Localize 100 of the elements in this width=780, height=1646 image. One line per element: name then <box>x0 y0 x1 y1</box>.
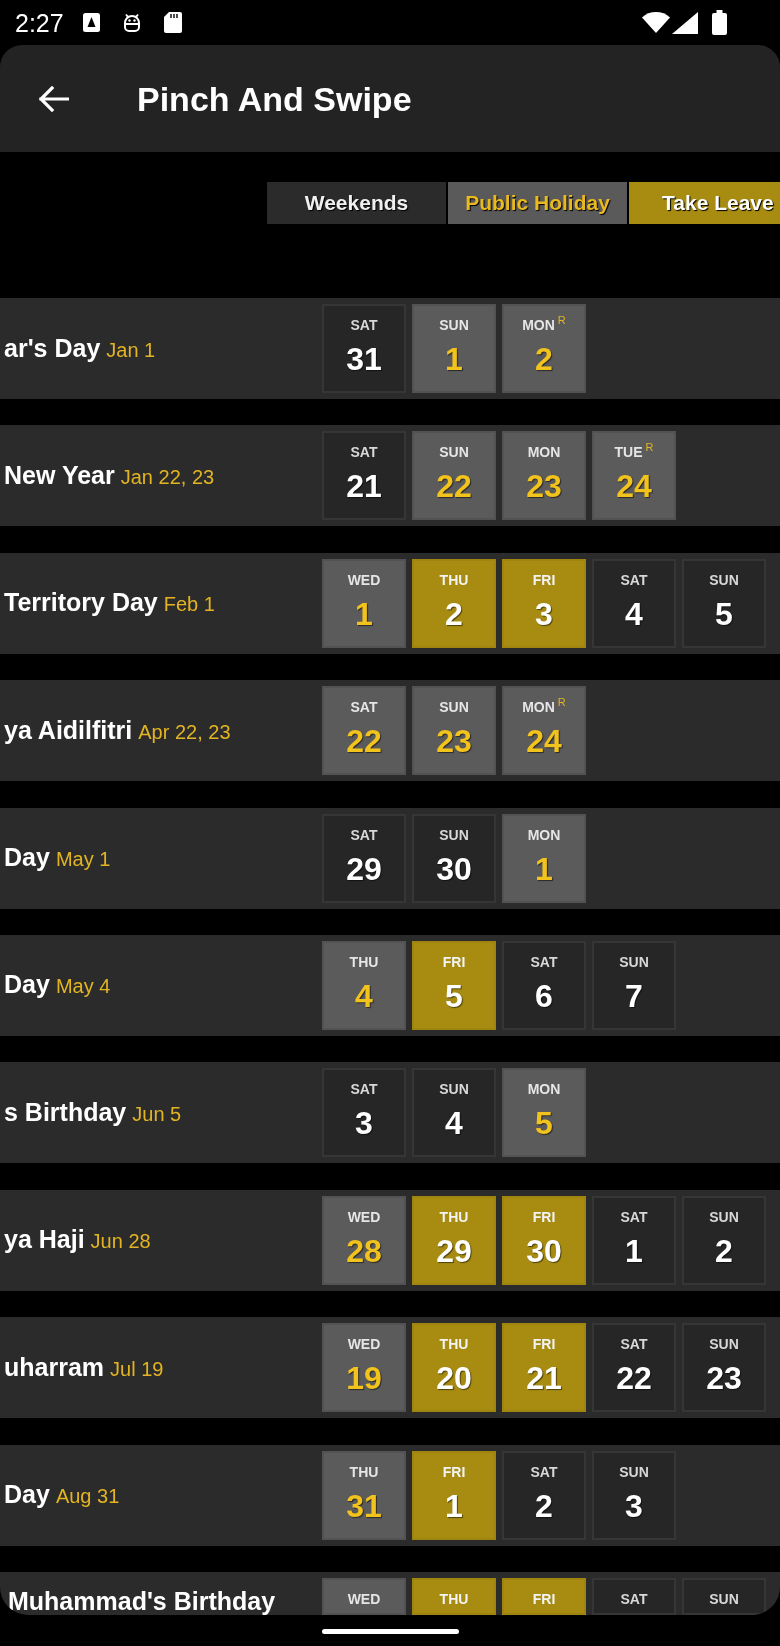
weekday-label: THU <box>439 1591 469 1607</box>
day-number: 23 <box>436 722 472 762</box>
day-number: 19 <box>346 1359 382 1399</box>
weekday-label: SUN <box>619 1464 649 1480</box>
holiday-name: New Year <box>4 460 115 489</box>
day-number: 22 <box>616 1359 652 1399</box>
legend-label: Public Holiday <box>448 182 627 224</box>
weekday-label: SUN <box>439 445 469 461</box>
holiday-name: ar's Day <box>4 333 101 362</box>
holiday-name: Day <box>4 970 50 999</box>
holiday-date: Jun 5 <box>132 1102 182 1125</box>
weekday-label: FRI <box>532 1209 556 1225</box>
holiday-name: Muhammad's Birthday <box>8 1586 276 1615</box>
wifi-icon <box>642 12 670 33</box>
sd-card-icon <box>163 12 182 33</box>
weekday-label: SAT <box>350 318 378 333</box>
weekday-label: WED <box>347 1209 381 1225</box>
day-number: 22 <box>436 467 472 507</box>
robot-icon <box>121 12 142 33</box>
holiday-date: Jan 1 <box>106 338 156 361</box>
day-number: 3 <box>355 1104 373 1144</box>
day-number: 2 <box>535 340 553 379</box>
weekday-label: SAT <box>620 1209 648 1225</box>
weekday-label: WED <box>347 1337 381 1353</box>
holiday-date: Apr 22, 23 <box>138 720 231 743</box>
weekday-label: SAT <box>350 445 378 461</box>
battery-icon <box>712 10 727 35</box>
holiday-date: May 4 <box>55 975 111 998</box>
weekday-label: FRI <box>442 954 466 970</box>
day-number: 23 <box>706 1359 742 1399</box>
day-number: 7 <box>625 976 643 1016</box>
weekday-label: SUN <box>709 572 739 588</box>
replacement-mark: R <box>557 697 566 709</box>
holiday-date: May 1 <box>55 848 111 871</box>
day-number: 1 <box>355 594 373 634</box>
weekday-label: WED <box>347 572 381 588</box>
weekday-label: SAT <box>350 700 378 716</box>
day-number: 4 <box>355 976 373 1016</box>
weekday-label: FRI <box>532 1337 556 1353</box>
weekday-label: SUN <box>439 827 469 843</box>
day-number: 1 <box>445 1486 463 1526</box>
holiday-name: ya Aidilfitri <box>4 715 133 744</box>
day-number: 5 <box>535 1104 553 1144</box>
status-time: 2:27 <box>15 7 64 38</box>
day-number: 2 <box>445 594 463 634</box>
weekday-label: FRI <box>532 572 556 588</box>
holiday-date: Jul 19 <box>110 1357 164 1380</box>
replacement-mark: R <box>557 315 566 326</box>
holiday-name: uharram <box>4 1352 105 1381</box>
weekday-label: MON <box>527 827 561 843</box>
day-number: 1 <box>625 1231 643 1271</box>
day-number: 5 <box>445 976 463 1016</box>
weekday-label: SUN <box>619 954 649 970</box>
weekday-label: SUN <box>439 1082 469 1098</box>
day-number: 2 <box>535 1486 553 1526</box>
day-number: 28 <box>346 1231 382 1271</box>
holiday-name: Territory Day <box>4 588 158 617</box>
weekday-label: MON <box>522 318 555 333</box>
day-number: 21 <box>346 467 382 507</box>
weekday-label: SUN <box>709 1591 739 1607</box>
day-number: 31 <box>346 1486 382 1526</box>
day-number: 24 <box>526 722 562 762</box>
day-number: 1 <box>445 340 463 379</box>
replacement-mark: R <box>645 442 654 454</box>
day-number: 30 <box>526 1231 562 1271</box>
holiday-name: Day <box>4 843 50 872</box>
day-number: 20 <box>436 1359 472 1399</box>
day-number: 24 <box>616 467 652 507</box>
day-number: 2 <box>715 1231 733 1271</box>
day-number: 5 <box>715 594 733 634</box>
day-number: 4 <box>445 1104 463 1144</box>
day-number: 6 <box>535 976 553 1016</box>
holiday-date: Aug 31 <box>55 1485 120 1507</box>
weekday-label: SAT <box>620 572 648 588</box>
weekday-label: THU <box>349 954 379 970</box>
holiday-date: Jan 22, 23 <box>120 465 215 488</box>
holiday-date: Jun 28 <box>90 1230 151 1253</box>
day-number: 3 <box>535 594 553 634</box>
triangle-tile-icon <box>82 13 100 32</box>
weekday-label: THU <box>439 572 469 588</box>
weekday-label: SAT <box>350 1082 378 1098</box>
signal-icon <box>672 11 698 34</box>
weekday-label: SAT <box>620 1591 648 1607</box>
day-number: 3 <box>625 1486 643 1526</box>
day-number: 21 <box>526 1359 562 1399</box>
weekday-label: MON <box>527 1082 561 1098</box>
day-number: 1 <box>535 849 553 889</box>
weekday-label: SUN <box>439 700 469 716</box>
weekday-label: THU <box>439 1337 469 1353</box>
weekday-label: SUN <box>709 1209 739 1225</box>
day-number: 29 <box>436 1231 472 1271</box>
day-number: 22 <box>346 722 382 762</box>
weekday-label: THU <box>439 1209 469 1225</box>
weekday-label: SAT <box>350 827 378 843</box>
weekday-label: THU <box>349 1464 379 1480</box>
weekday-label: FRI <box>442 1464 466 1480</box>
weekday-label: SAT <box>530 1464 558 1480</box>
weekday-label: SAT <box>530 954 558 970</box>
weekday-label: MON <box>522 700 555 716</box>
day-number: 30 <box>436 849 472 889</box>
